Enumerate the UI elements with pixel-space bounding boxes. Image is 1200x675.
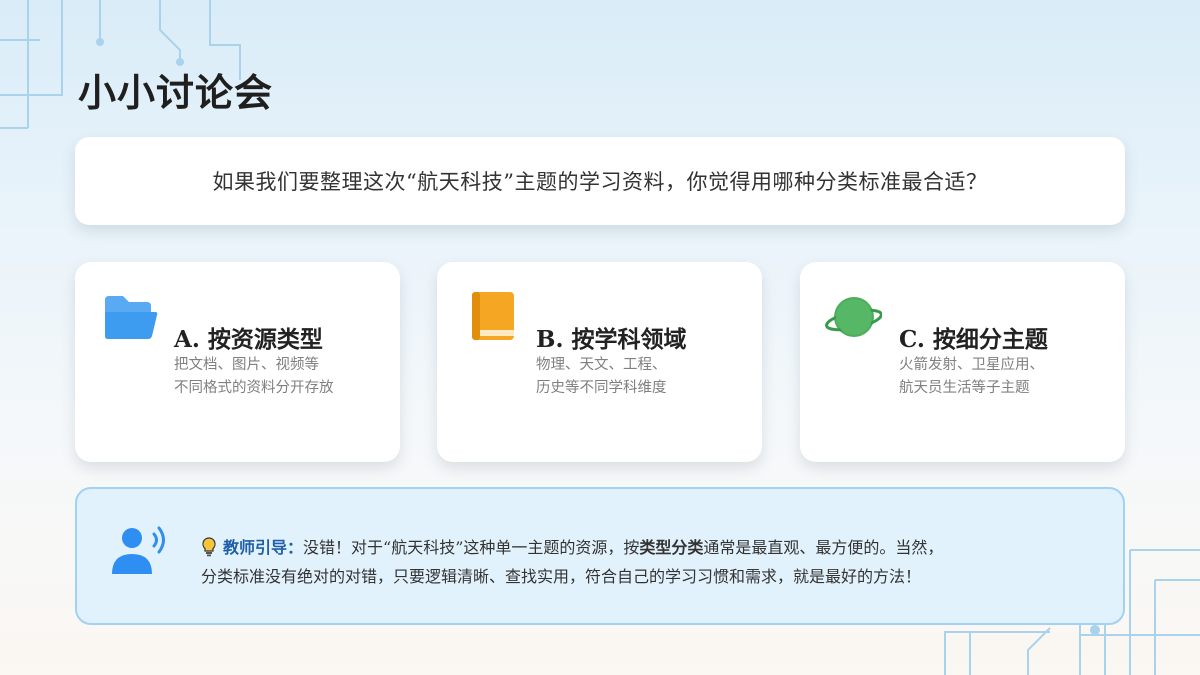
teacher-guide-card: 教师引导：没错！对于“航天科技”这种单一主题的资源，按类型分类通常是最直观、最方… bbox=[75, 487, 1125, 625]
option-description-line: 不同格式的资料分开存放 bbox=[174, 380, 334, 396]
lightbulb-icon bbox=[202, 537, 216, 557]
book-icon bbox=[472, 292, 514, 340]
question-card: 如果我们要整理这次“航天科技”主题的学习资料，你觉得用哪种分类标准最合适？ bbox=[75, 137, 1125, 225]
option-title: A. 按资源类型 bbox=[174, 326, 323, 353]
option-description-line: 航天员生活等子主题 bbox=[899, 380, 1030, 396]
guide-text-part: 没错！对于“航天科技”这种单一主题的资源，按 bbox=[303, 538, 640, 557]
question-text: 如果我们要整理这次“航天科技”主题的学习资料，你觉得用哪种分类标准最合适？ bbox=[212, 170, 988, 194]
option-description-line: 火箭发射、卫星应用、 bbox=[899, 357, 1044, 373]
option-title: B. 按学科领域 bbox=[536, 326, 687, 353]
guide-label: 教师引导： bbox=[223, 538, 304, 557]
option-card-subject-field[interactable]: B. 按学科领域 物理、天文、工程、 历史等不同学科维度 bbox=[437, 262, 762, 462]
option-description-line: 物理、天文、工程、 bbox=[536, 357, 667, 373]
guide-line: 教师引导：没错！对于“航天科技”这种单一主题的资源，按类型分类通常是最直观、最方… bbox=[201, 533, 1101, 562]
option-description: 火箭发射、卫星应用、 航天员生活等子主题 bbox=[899, 354, 1044, 400]
option-description: 把文档、图片、视频等 不同格式的资料分开存放 bbox=[174, 354, 334, 400]
slide-title: 小小讨论会 bbox=[78, 70, 274, 115]
folder-icon bbox=[105, 296, 158, 339]
guide-text-part: 通常是最直观、最方便的。当然， bbox=[703, 538, 944, 557]
option-card-resource-type[interactable]: A. 按资源类型 把文档、图片、视频等 不同格式的资料分开存放 bbox=[75, 262, 400, 462]
teacher-guide-text: 教师引导：没错！对于“航天科技”这种单一主题的资源，按类型分类通常是最直观、最方… bbox=[201, 533, 1101, 591]
option-description: 物理、天文、工程、 历史等不同学科维度 bbox=[536, 354, 667, 400]
teacher-speaking-icon bbox=[112, 526, 165, 574]
option-title: C. 按细分主题 bbox=[899, 326, 1048, 353]
option-description-line: 历史等不同学科维度 bbox=[536, 380, 667, 396]
planet-icon bbox=[825, 297, 882, 337]
guide-emphasis: 类型分类 bbox=[639, 538, 704, 557]
option-card-sub-topic[interactable]: C. 按细分主题 火箭发射、卫星应用、 航天员生活等子主题 bbox=[800, 262, 1125, 462]
guide-line-2: 分类标准没有绝对的对错，只要逻辑清晰、查找实用，符合自己的学习习惯和需求，就是最… bbox=[201, 567, 922, 586]
option-description-line: 把文档、图片、视频等 bbox=[174, 357, 319, 373]
